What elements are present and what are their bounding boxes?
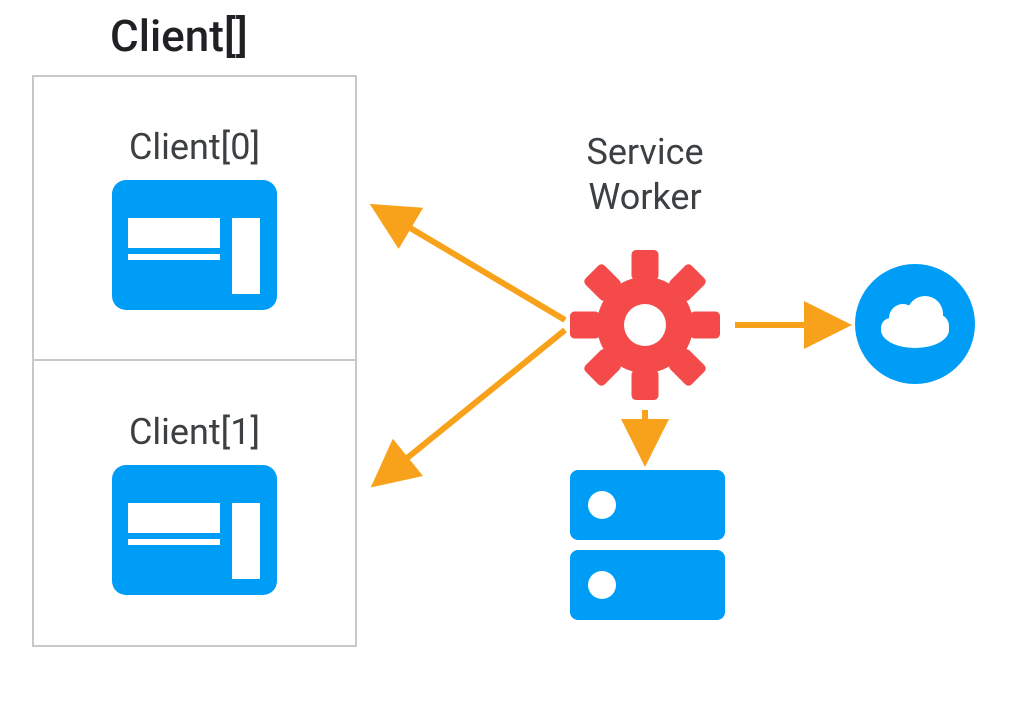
browser-window-icon (112, 465, 277, 595)
client-1-cell: Client[1] (34, 361, 355, 645)
service-worker-label: Service Worker (545, 130, 745, 220)
clients-container: Client[0] Client[1] (32, 75, 357, 647)
clients-title: Client[] (110, 10, 248, 62)
gear-icon (570, 250, 720, 400)
client-0-cell: Client[0] (34, 77, 355, 361)
server-icon (570, 470, 725, 620)
arrow-sw-to-client0 (380, 210, 565, 320)
diagram-canvas: Client[] Client[0] Client[1] (0, 0, 1010, 702)
browser-window-icon (112, 180, 277, 310)
cloud-icon (855, 264, 975, 384)
arrow-sw-to-client1 (380, 330, 565, 480)
client-0-label: Client[0] (129, 126, 260, 168)
client-1-label: Client[1] (129, 411, 260, 453)
